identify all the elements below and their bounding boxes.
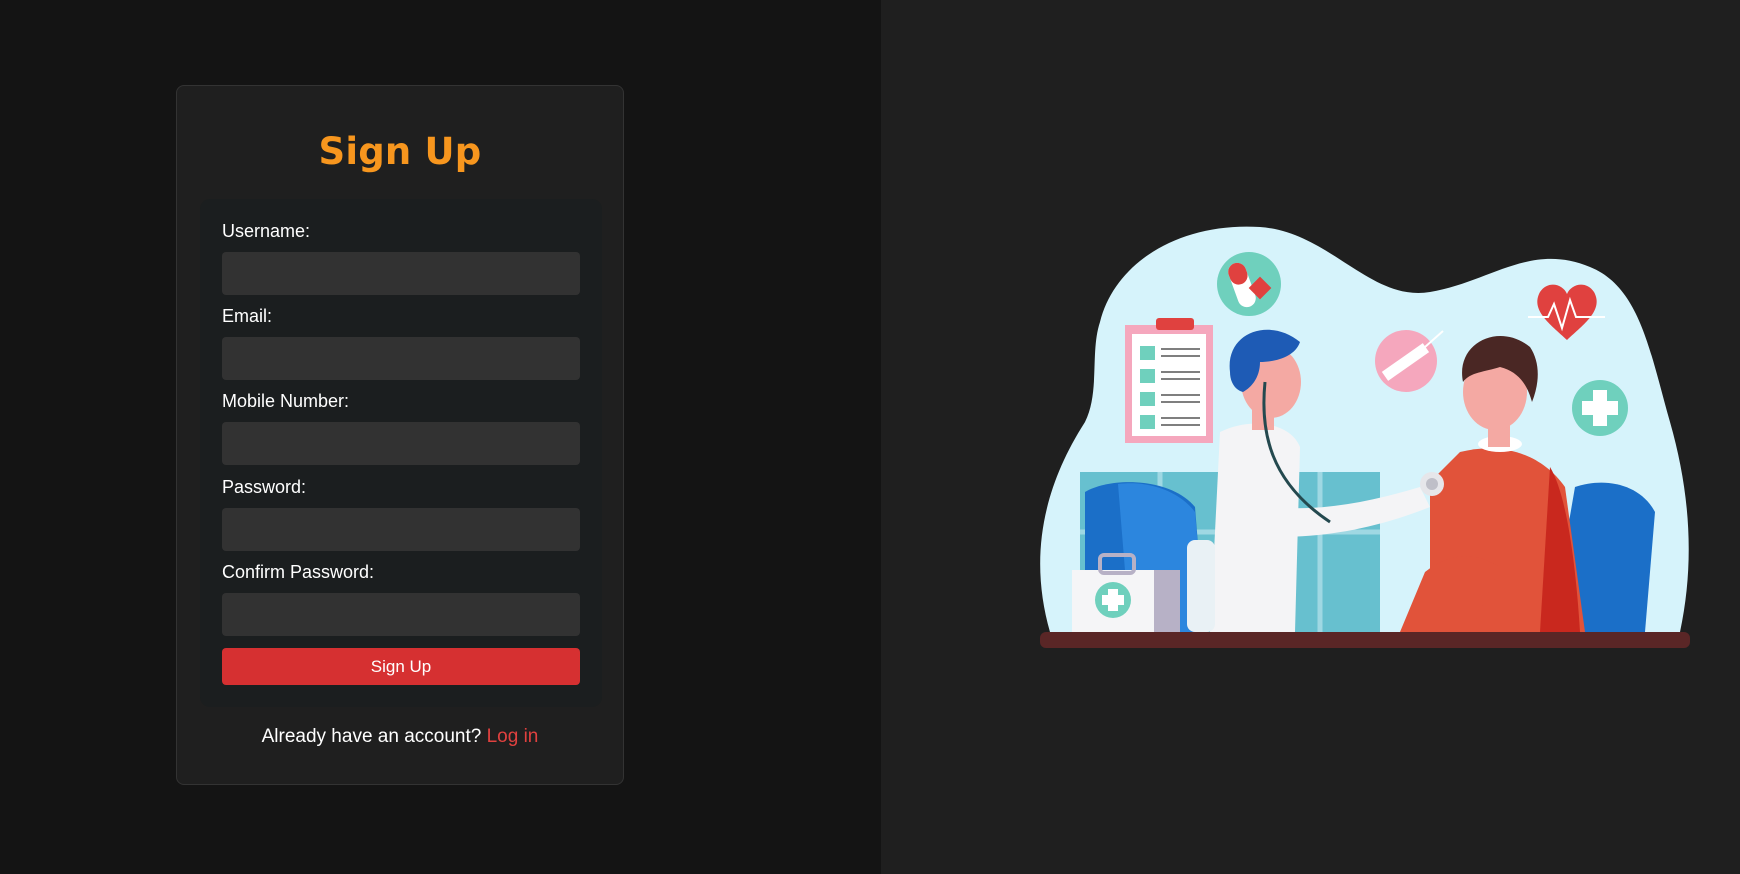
mobile-input[interactable] <box>222 422 580 465</box>
login-prompt: Already have an account? Log in <box>177 726 623 748</box>
signup-button[interactable]: Sign Up <box>222 648 580 685</box>
doctor-patient-illustration <box>1040 226 1690 648</box>
page-title: Sign Up <box>318 130 482 173</box>
confirm-password-label: Confirm Password: <box>222 562 375 582</box>
floor <box>1040 632 1690 648</box>
bp-device <box>1187 540 1215 632</box>
mobile-label: Mobile Number: <box>222 391 350 411</box>
email-input[interactable] <box>222 337 580 380</box>
password-field-group: Password: <box>222 477 580 551</box>
signup-card: Sign Up Username: Email: Mobile Number: … <box>176 85 624 785</box>
mobile-field-group: Mobile Number: <box>222 391 580 465</box>
confirm-password-field-group: Confirm Password: <box>222 562 580 636</box>
login-link[interactable]: Log in <box>487 726 539 747</box>
password-input[interactable] <box>222 508 580 551</box>
login-prompt-text: Already have an account? <box>261 726 482 747</box>
pill-icon <box>1217 252 1281 316</box>
email-field-group: Email: <box>222 306 580 380</box>
left-pane: Sign Up Username: Email: Mobile Number: … <box>0 0 881 874</box>
clipboard-checklist-icon <box>1125 318 1213 443</box>
medical-cross-icon <box>1572 380 1628 436</box>
username-input[interactable] <box>222 252 580 295</box>
username-field-group: Username: <box>222 221 580 295</box>
confirm-password-input[interactable] <box>222 593 580 636</box>
username-label: Username: <box>222 221 311 241</box>
signup-form: Username: Email: Mobile Number: Password… <box>200 199 602 707</box>
password-label: Password: <box>222 477 307 497</box>
email-label: Email: <box>222 306 273 326</box>
stethoscope <box>1420 472 1444 496</box>
